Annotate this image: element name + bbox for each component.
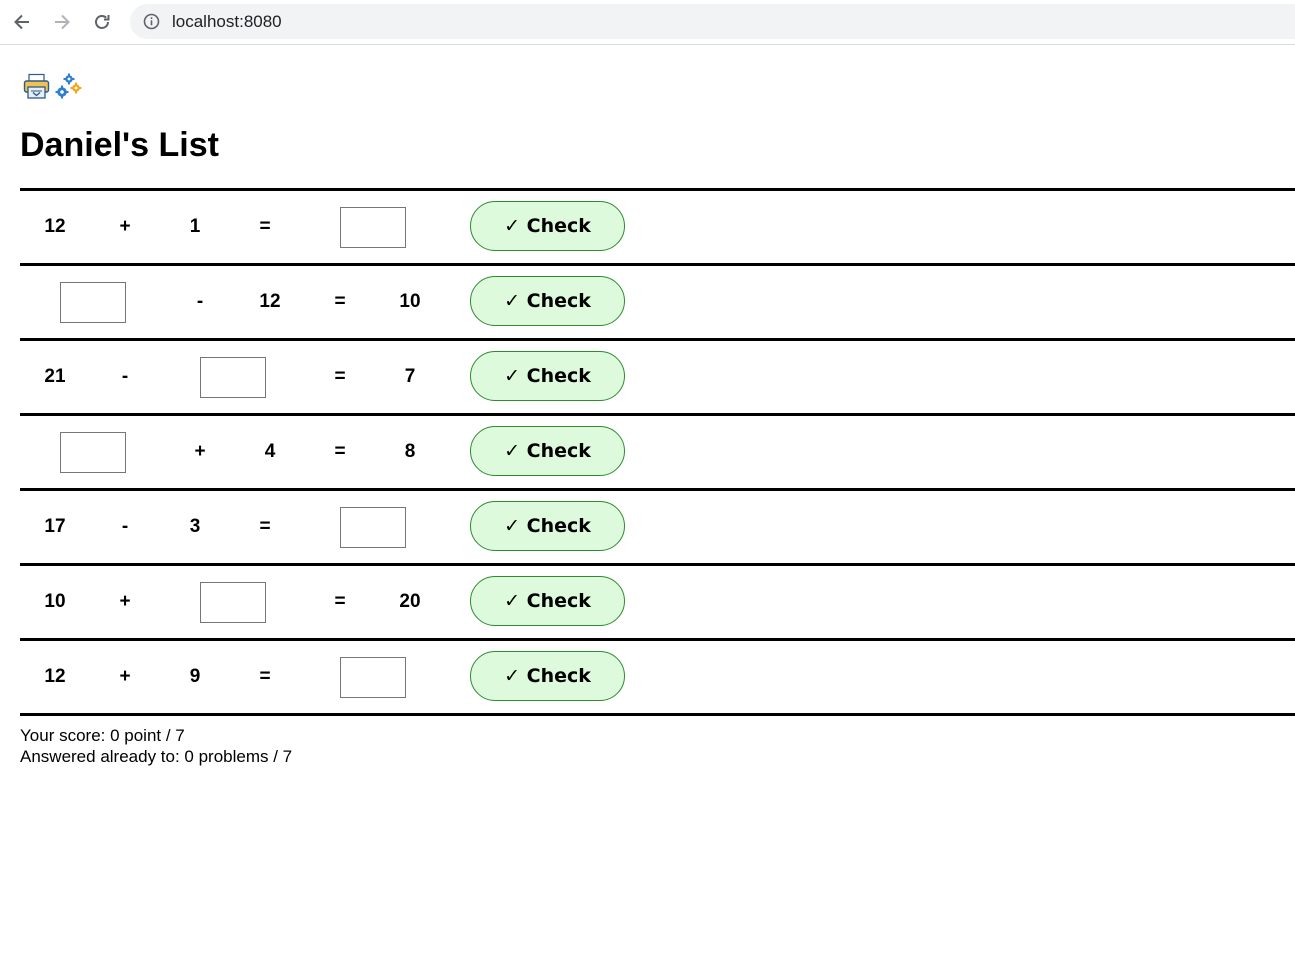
answer-cell bbox=[193, 566, 273, 638]
check-button[interactable]: ✓ Check bbox=[470, 426, 625, 476]
operand-b: 9 bbox=[189, 666, 201, 687]
answer-input[interactable] bbox=[340, 506, 406, 548]
problem-row: 10 + = 20 ✓ Check bbox=[20, 563, 1295, 638]
operand-a: 17 bbox=[44, 516, 66, 537]
result: 20 bbox=[399, 591, 421, 612]
check-button[interactable]: ✓ Check bbox=[470, 276, 625, 326]
answer-cell bbox=[333, 641, 413, 713]
operand-a: 12 bbox=[44, 216, 66, 237]
answer-input[interactable] bbox=[340, 206, 406, 248]
equals-sign: = bbox=[334, 591, 346, 612]
equals-sign: = bbox=[334, 291, 346, 312]
answer-input[interactable] bbox=[60, 431, 126, 473]
result: 8 bbox=[404, 441, 416, 462]
operand-a: 12 bbox=[44, 666, 66, 687]
score-text: Your score: 0 point / 7 bbox=[20, 726, 185, 745]
operand-b: 4 bbox=[264, 441, 276, 462]
answer-input[interactable] bbox=[200, 581, 266, 623]
check-button[interactable]: ✓ Check bbox=[470, 651, 625, 701]
equals-sign: = bbox=[259, 216, 271, 237]
answer-cell bbox=[193, 341, 273, 413]
check-button[interactable]: ✓ Check bbox=[470, 576, 625, 626]
page-title: Daniel's List bbox=[20, 126, 219, 164]
operand-b: 12 bbox=[259, 291, 281, 312]
operator: + bbox=[194, 441, 206, 462]
printer-icon[interactable] bbox=[23, 73, 50, 105]
operator: + bbox=[119, 591, 131, 612]
problem-row: 21 - = 7 ✓ Check bbox=[20, 338, 1295, 413]
operand-b: 3 bbox=[189, 516, 201, 537]
operand-b: 1 bbox=[189, 216, 201, 237]
address-bar[interactable]: localhost:8080 bbox=[130, 4, 1295, 39]
operand-a: 21 bbox=[44, 366, 66, 387]
answered-text: Answered already to: 0 problems / 7 bbox=[20, 747, 293, 766]
check-button[interactable]: ✓ Check bbox=[470, 351, 625, 401]
problem-row: - 12 = 10 ✓ Check bbox=[20, 263, 1295, 338]
reload-icon[interactable] bbox=[89, 9, 115, 35]
equals-sign: = bbox=[259, 666, 271, 687]
operator: - bbox=[121, 516, 129, 537]
answer-input[interactable] bbox=[340, 656, 406, 698]
answer-input[interactable] bbox=[60, 281, 126, 323]
problem-row: +4 = 8 ✓ Check bbox=[20, 413, 1295, 488]
equals-sign: = bbox=[334, 441, 346, 462]
operator: + bbox=[119, 216, 131, 237]
problem-table: 12 +1 = ✓ Check - 12 = 10 ✓ Check 21 - = 7 ✓ Check +4 =… bbox=[20, 188, 1295, 716]
equals-sign: = bbox=[259, 516, 271, 537]
check-button[interactable]: ✓ Check bbox=[470, 201, 625, 251]
answer-cell bbox=[333, 491, 413, 563]
equals-sign: = bbox=[334, 366, 346, 387]
operator: - bbox=[121, 366, 129, 387]
answer-cell bbox=[53, 266, 133, 338]
operator: + bbox=[119, 666, 131, 687]
answer-cell bbox=[333, 191, 413, 263]
operator: - bbox=[196, 291, 204, 312]
browser-toolbar: localhost:8080 bbox=[0, 0, 1295, 45]
url-text: localhost:8080 bbox=[172, 12, 282, 31]
problem-row: 17 - 3 = ✓ Check bbox=[20, 488, 1295, 563]
problem-row: 12 +9 = ✓ Check bbox=[20, 638, 1295, 716]
gears-icon[interactable] bbox=[55, 73, 83, 106]
score-summary: Your score: 0 point / 7 Answered already… bbox=[20, 725, 292, 767]
result: 7 bbox=[404, 366, 416, 387]
info-icon[interactable] bbox=[143, 13, 160, 35]
result: 10 bbox=[399, 291, 421, 312]
answer-input[interactable] bbox=[200, 356, 266, 398]
back-arrow-icon[interactable] bbox=[9, 9, 35, 35]
problem-row: 12 +1 = ✓ Check bbox=[20, 188, 1295, 263]
answer-cell bbox=[53, 416, 133, 488]
operand-a: 10 bbox=[44, 591, 66, 612]
check-button[interactable]: ✓ Check bbox=[470, 501, 625, 551]
forward-arrow-icon[interactable] bbox=[49, 9, 75, 35]
